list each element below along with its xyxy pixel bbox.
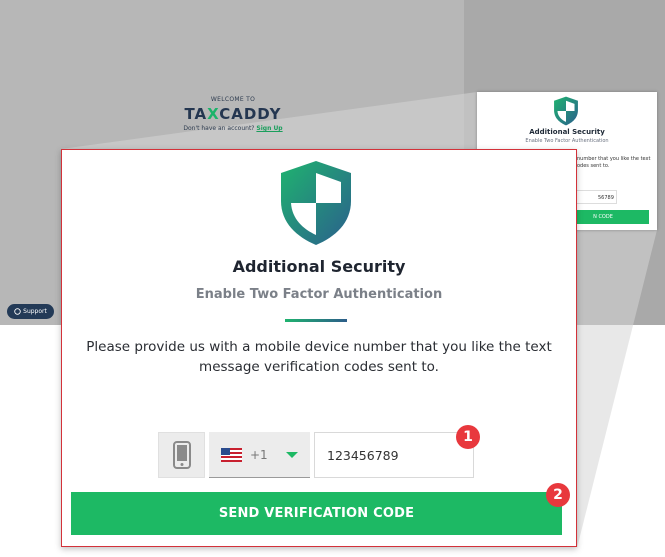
taxcaddy-logo: TAXCADDY [184, 105, 282, 123]
modal-description: Please provide us with a mobile device n… [86, 339, 552, 375]
phone-icon-box [158, 432, 205, 478]
caret-down-icon [286, 452, 298, 458]
sign-up-link[interactable]: Sign Up [256, 125, 282, 132]
send-verification-code-button[interactable]: SEND VERIFICATION CODE [71, 492, 562, 535]
preview-subtitle: Enable Two Factor Authentication [525, 138, 609, 144]
brand-block: WELCOME TO TAXCADDY Don't have an accoun… [170, 96, 296, 132]
country-code-select[interactable]: +1 [209, 432, 310, 478]
support-label: Support [23, 308, 47, 315]
step-badge-2: 2 [546, 483, 570, 507]
two-factor-modal: Additional Security Enable Two Factor Au… [61, 149, 577, 547]
modal-title: Additional Security [232, 257, 406, 276]
welcome-text: WELCOME TO [210, 96, 256, 103]
shield-icon [281, 161, 351, 245]
chat-icon [14, 308, 21, 315]
preview-title: Additional Security [529, 128, 605, 136]
step-badge-1: 1 [456, 425, 480, 449]
country-dial-code: +1 [250, 447, 268, 462]
shield-icon [554, 96, 578, 126]
us-flag-icon [221, 447, 242, 462]
support-button[interactable]: Support [7, 304, 54, 319]
modal-subtitle: Enable Two Factor Authentication [195, 287, 443, 302]
preview-description: number that you like the text odes sent t… [577, 156, 651, 169]
mobile-phone-icon [172, 441, 191, 469]
phone-number-input[interactable] [314, 432, 474, 478]
title-divider [285, 319, 347, 322]
no-account-text: Don't have an account? Sign Up [183, 125, 283, 132]
